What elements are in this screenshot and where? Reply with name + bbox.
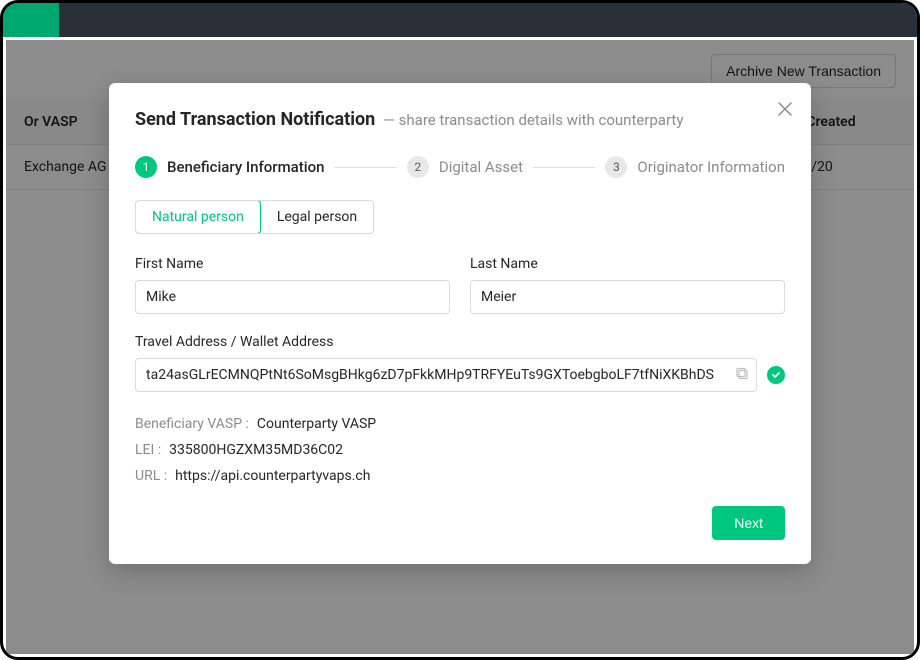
lei-value: 335800HGZXM35MD36C02 <box>169 442 343 458</box>
app-topbar <box>3 3 917 37</box>
step-label: Digital Asset <box>439 158 523 176</box>
tab-natural-person[interactable]: Natural person <box>135 200 261 234</box>
tab-legal-person[interactable]: Legal person <box>260 201 373 233</box>
beneficiary-vasp-value: Counterparty VASP <box>257 416 376 432</box>
first-name-label: First Name <box>135 256 450 272</box>
step-connector <box>533 167 595 168</box>
check-icon <box>767 366 785 384</box>
last-name-label: Last Name <box>470 256 785 272</box>
step-number: 3 <box>605 156 627 178</box>
address-label: Travel Address / Wallet Address <box>135 334 785 350</box>
step-originator[interactable]: 3 Originator Information <box>605 156 785 178</box>
modal-title: Send Transaction Notification <box>135 109 375 130</box>
topbar-accent <box>3 3 59 37</box>
person-type-tabs: Natural person Legal person <box>135 200 374 234</box>
step-label: Beneficiary Information <box>167 158 324 176</box>
first-name-input[interactable] <box>135 280 450 314</box>
step-digital-asset[interactable]: 2 Digital Asset <box>407 156 523 178</box>
url-value: https://api.counterpartyvaps.ch <box>175 468 370 484</box>
stepper: 1 Beneficiary Information 2 Digital Asse… <box>135 156 785 178</box>
step-label: Originator Information <box>637 158 785 176</box>
next-button[interactable]: Next <box>712 506 785 540</box>
close-icon[interactable] <box>777 101 793 121</box>
step-beneficiary[interactable]: 1 Beneficiary Information <box>135 156 324 178</box>
step-number: 2 <box>407 156 429 178</box>
url-label: URL : <box>135 468 167 484</box>
step-connector <box>334 167 396 168</box>
last-name-input[interactable] <box>470 280 785 314</box>
modal-subtitle: — share transaction details with counter… <box>383 111 683 129</box>
lei-label: LEI : <box>135 442 161 458</box>
step-number: 1 <box>135 156 157 178</box>
send-transaction-modal: Send Transaction Notification — share tr… <box>109 83 811 564</box>
address-input[interactable] <box>135 358 757 392</box>
beneficiary-vasp-label: Beneficiary VASP : <box>135 416 249 432</box>
copy-icon[interactable] <box>735 366 749 385</box>
